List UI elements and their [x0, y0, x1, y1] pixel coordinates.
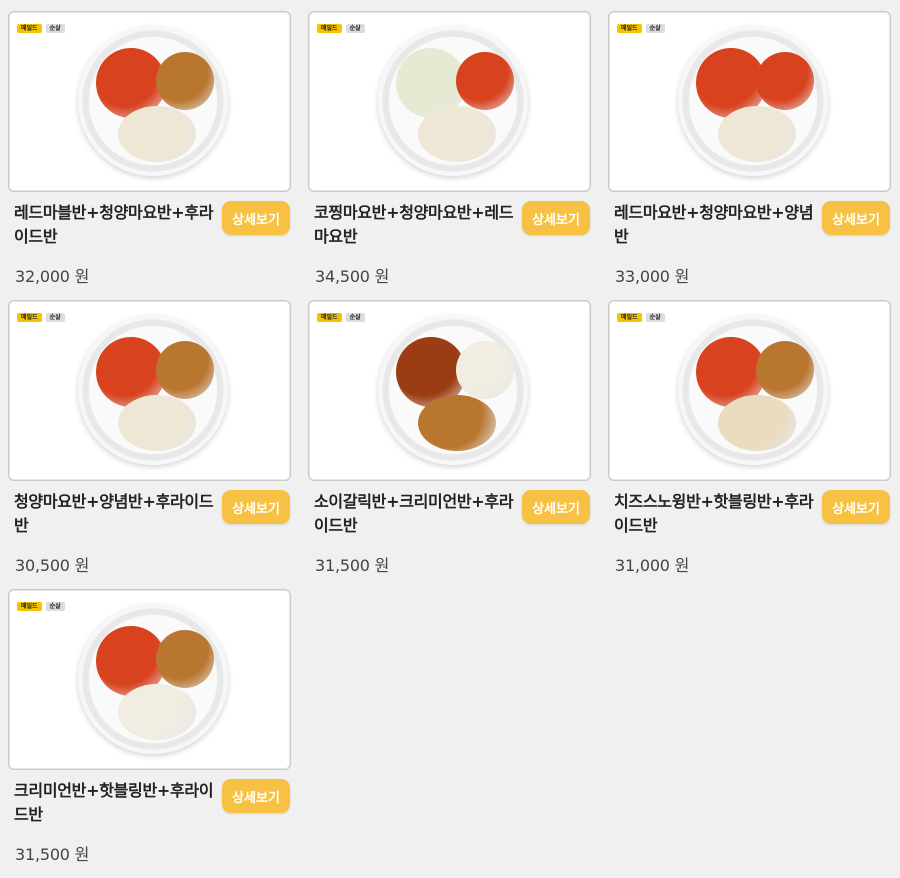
boneless-badge: 순살	[45, 602, 65, 611]
chicken-portion	[456, 341, 514, 399]
chicken-plate-illustration	[678, 315, 828, 465]
product-title[interactable]: 치즈스노윙반+핫블링반+후라이드반	[614, 490, 819, 538]
product-price: 34,500 원	[315, 267, 390, 286]
product-title[interactable]: 크리미언반+핫블링반+후라이드반	[14, 779, 219, 827]
product-title[interactable]: 레드마블반+청양마요반+후라이드반	[14, 201, 219, 249]
product-card[interactable]: 매일드 순살치즈스노윙반+핫블링반+후라이드반 상세보기 31,000 원	[608, 300, 891, 589]
badge-group: 매일드 순살	[317, 313, 365, 322]
boneless-badge: 순살	[645, 24, 665, 33]
mild-badge: 매일드	[617, 24, 642, 33]
chicken-portion	[418, 395, 496, 451]
badge-group: 매일드 순살	[17, 602, 65, 611]
view-details-button[interactable]: 상세보기	[522, 490, 590, 524]
boneless-badge: 순살	[345, 24, 365, 33]
product-card[interactable]: 매일드 순살청양마요반+양념반+후라이드반 상세보기 30,500 원	[8, 300, 291, 589]
mild-badge: 매일드	[617, 313, 642, 322]
chicken-portion	[456, 52, 514, 110]
view-details-button[interactable]: 상세보기	[822, 490, 890, 524]
boneless-badge: 순살	[645, 313, 665, 322]
product-price: 31,000 원	[615, 556, 690, 575]
badge-group: 매일드 순살	[17, 24, 65, 33]
product-grid: 매일드 순살 레드마블반+청양마요반+후라이드반 상세보기 32,000 원 매일드 순살 코…	[8, 11, 891, 878]
badge-group: 매일드 순살	[317, 24, 365, 33]
boneless-badge: 순살	[45, 24, 65, 33]
product-card[interactable]: 매일드 순살레드마블반+청양마요반+후라이드반 상세보기 32,000 원	[8, 11, 291, 300]
product-title[interactable]: 소이갈릭반+크리미언반+후라이드반	[314, 490, 519, 538]
product-image[interactable]: 매일드 순살	[8, 11, 291, 192]
product-card[interactable]: 매일드 순살소이갈릭반+크리미언반+후라이드반 상세보기 31,500 원	[308, 300, 591, 589]
product-price: 33,000 원	[615, 267, 690, 286]
view-details-button[interactable]: 상세보기	[222, 779, 290, 813]
badge-group: 매일드 순살	[617, 24, 665, 33]
product-title[interactable]: 청양마요반+양념반+후라이드반	[14, 490, 219, 538]
chicken-plate-illustration	[378, 26, 528, 176]
chicken-plate-illustration	[78, 604, 228, 754]
product-price: 31,500 원	[315, 556, 390, 575]
mild-badge: 매일드	[17, 24, 42, 33]
chicken-portion	[756, 341, 814, 399]
product-card[interactable]: 매일드 순살레드마요반+청양마요반+양념반 상세보기 33,000 원	[608, 11, 891, 300]
product-image[interactable]: 매일드 순살	[8, 300, 291, 481]
chicken-plate-illustration	[78, 315, 228, 465]
product-title[interactable]: 레드마요반+청양마요반+양념반	[614, 201, 819, 249]
chicken-portion	[718, 395, 796, 451]
boneless-badge: 순살	[45, 313, 65, 322]
product-card[interactable]: 매일드 순살크리미언반+핫블링반+후라이드반 상세보기 31,500 원	[8, 589, 291, 878]
product-image[interactable]: 매일드 순살	[608, 300, 891, 481]
mild-badge: 매일드	[17, 313, 42, 322]
product-image[interactable]: 매일드 순살	[308, 300, 591, 481]
view-details-button[interactable]: 상세보기	[222, 201, 290, 235]
mild-badge: 매일드	[17, 602, 42, 611]
chicken-portion	[118, 106, 196, 162]
product-image[interactable]: 매일드 순살	[308, 11, 591, 192]
badge-group: 매일드 순살	[617, 313, 665, 322]
product-price: 31,500 원	[15, 845, 90, 864]
chicken-portion	[156, 52, 214, 110]
view-details-button[interactable]: 상세보기	[522, 201, 590, 235]
product-card[interactable]: 매일드 순살코찡마요반+청양마요반+레드마요반 상세보기 34,500 원	[308, 11, 591, 300]
chicken-portion	[756, 52, 814, 110]
boneless-badge: 순살	[345, 313, 365, 322]
chicken-portion	[718, 106, 796, 162]
badge-group: 매일드 순살	[17, 313, 65, 322]
chicken-plate-illustration	[378, 315, 528, 465]
mild-badge: 매일드	[317, 313, 342, 322]
view-details-button[interactable]: 상세보기	[822, 201, 890, 235]
view-details-button[interactable]: 상세보기	[222, 490, 290, 524]
chicken-portion	[118, 395, 196, 451]
chicken-plate-illustration	[678, 26, 828, 176]
product-price: 32,000 원	[15, 267, 90, 286]
product-image[interactable]: 매일드 순살	[608, 11, 891, 192]
product-image[interactable]: 매일드 순살	[8, 589, 291, 770]
product-price: 30,500 원	[15, 556, 90, 575]
chicken-portion	[118, 684, 196, 740]
product-title[interactable]: 코찡마요반+청양마요반+레드마요반	[314, 201, 519, 249]
chicken-plate-illustration	[78, 26, 228, 176]
chicken-portion	[156, 341, 214, 399]
chicken-portion	[418, 106, 496, 162]
mild-badge: 매일드	[317, 24, 342, 33]
chicken-portion	[156, 630, 214, 688]
